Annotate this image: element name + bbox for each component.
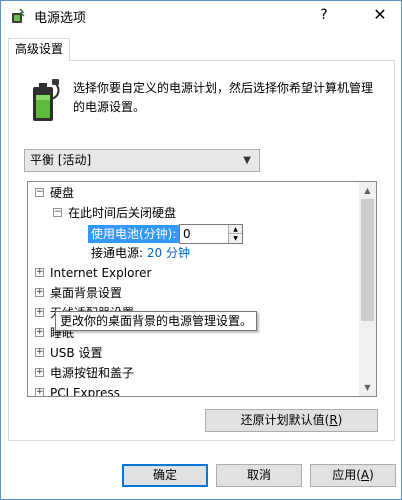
scroll-down-icon[interactable]: ▼ — [359, 379, 376, 396]
plugged-in-label: 接通电源: — [91, 246, 144, 260]
expand-icon[interactable]: + — [35, 268, 44, 277]
expand-icon[interactable]: + — [35, 328, 44, 337]
restore-defaults-button[interactable]: 还原计划默认值(R) — [205, 409, 378, 432]
on-battery-minutes-input[interactable] — [180, 225, 228, 243]
tree-item[interactable]: + Internet Explorer — [35, 263, 151, 283]
title-bar: 电源选项 ? ✕ — [1, 1, 401, 31]
tree-scrollbar[interactable]: ▲ ▼ — [359, 182, 376, 396]
tree-item-label: PCI Express — [50, 386, 120, 397]
plugged-in-value[interactable]: 20 分钟 — [147, 246, 190, 260]
tree-item-hard-disk[interactable]: − 硬盘 — [35, 183, 74, 203]
power-options-dialog: 电源选项 ? ✕ 高级设置 选择你要自定义的电源计划，然后选择你希望计算机管理的… — [0, 0, 402, 500]
chevron-down-icon: ▼ — [243, 155, 251, 166]
tree-item-label: Internet Explorer — [50, 266, 152, 280]
expand-icon[interactable]: + — [35, 348, 44, 357]
expand-icon[interactable]: + — [35, 308, 44, 317]
tree-item-label: 桌面背景设置 — [50, 286, 123, 300]
expand-icon[interactable]: + — [35, 388, 44, 396]
apply-button[interactable]: 应用(A) — [310, 464, 396, 487]
tree-item-plugged-in[interactable]: 接通电源: 20 分钟 — [91, 243, 190, 263]
scroll-up-icon[interactable]: ▲ — [359, 182, 376, 199]
ok-button[interactable]: 确定 — [122, 464, 208, 487]
tooltip: 更改你的桌面背景的电源管理设置。 — [55, 311, 257, 331]
description-text: 选择你要自定义的电源计划，然后选择你希望计算机管理的电源设置。 — [73, 81, 374, 114]
window-title: 电源选项 — [34, 11, 87, 26]
tree-item-label: 硬盘 — [50, 186, 75, 200]
settings-tree[interactable]: −硬盘 −在此时间后关闭硬盘 使用电池(分钟): ▲ ▼ 接通电源: 20 分钟… — [27, 181, 377, 397]
tree-item[interactable]: + PCI Express — [35, 383, 120, 397]
expand-icon[interactable]: + — [35, 288, 44, 297]
tab-advanced-settings[interactable]: 高级设置 — [8, 38, 70, 61]
power-plan-value: 平衡 [活动] — [30, 153, 92, 167]
on-battery-minutes-stepper[interactable]: ▲ ▼ — [179, 224, 243, 244]
collapse-icon[interactable]: − — [35, 188, 44, 197]
tree-item-label: USB 设置 — [50, 346, 103, 360]
tree-item[interactable]: + 桌面背景设置 — [35, 283, 122, 303]
help-button[interactable]: ? — [307, 1, 341, 31]
cancel-button[interactable]: 取消 — [216, 464, 302, 487]
tree-item[interactable]: + USB 设置 — [35, 343, 102, 363]
on-battery-label: 使用电池(分钟): — [88, 225, 180, 243]
spin-up-icon[interactable]: ▲ — [228, 225, 242, 234]
power-options-icon — [12, 8, 25, 23]
close-button[interactable]: ✕ — [359, 1, 401, 31]
tree-item-label: 电源按钮和盖子 — [50, 366, 135, 380]
collapse-icon[interactable]: − — [53, 208, 62, 217]
tree-item-label: 在此时间后关闭硬盘 — [68, 206, 177, 220]
tree-item-on-battery[interactable]: 使用电池(分钟): — [88, 224, 180, 244]
scroll-thumb[interactable] — [361, 199, 374, 321]
tree-item-turn-off-disk[interactable]: − 在此时间后关闭硬盘 — [53, 203, 176, 223]
tree-item[interactable]: + 电源按钮和盖子 — [35, 363, 134, 383]
spin-down-icon[interactable]: ▼ — [228, 234, 242, 243]
power-plan-select[interactable]: 平衡 [活动] ▼ — [24, 149, 260, 172]
battery-plug-icon — [33, 79, 60, 121]
expand-icon[interactable]: + — [35, 368, 44, 377]
